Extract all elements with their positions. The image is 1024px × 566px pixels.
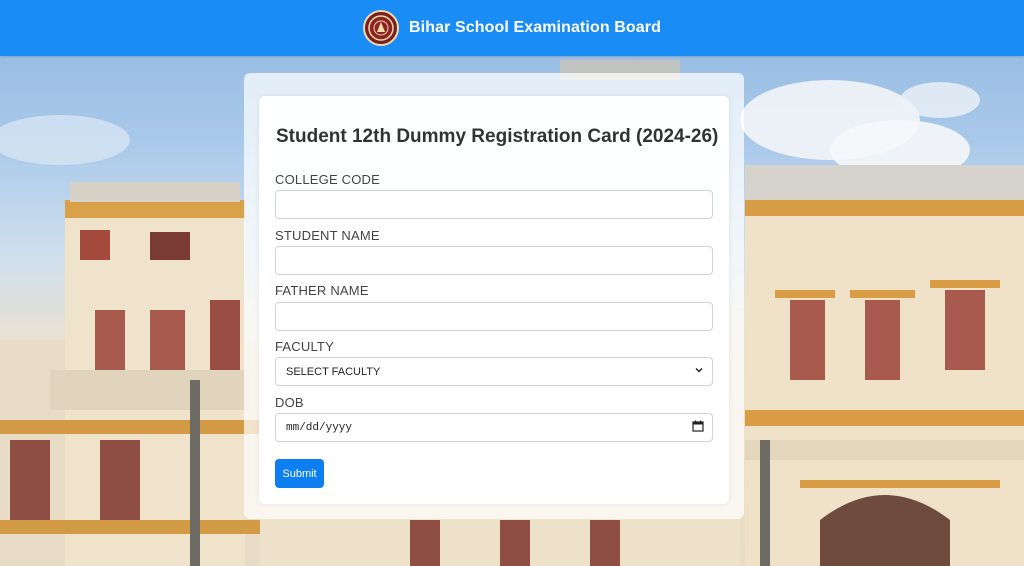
student-name-input[interactable] xyxy=(275,246,713,275)
dob-label: DOB xyxy=(275,395,304,410)
father-name-input[interactable] xyxy=(275,302,713,331)
father-name-label: FATHER NAME xyxy=(275,283,369,298)
submit-button[interactable]: Submit xyxy=(275,459,324,488)
college-code-input[interactable] xyxy=(275,190,713,219)
student-name-label: STUDENT NAME xyxy=(275,228,380,243)
dob-date-input[interactable]: mm/dd/yyyy xyxy=(275,413,713,442)
bseb-emblem-icon xyxy=(363,10,400,46)
faculty-label: FACULTY xyxy=(275,339,334,354)
college-code-label: COLLEGE CODE xyxy=(275,172,380,187)
faculty-select[interactable]: SELECT FACULTY xyxy=(275,357,713,386)
faculty-selected-value: SELECT FACULTY xyxy=(286,365,381,378)
page: Bihar School Examination Board Student 1… xyxy=(0,0,1024,566)
chevron-down-icon xyxy=(694,365,704,378)
registration-form: Student 12th Dummy Registration Card (20… xyxy=(259,96,729,504)
header-title: Bihar School Examination Board xyxy=(409,19,661,36)
dob-placeholder: mm/dd/yyyy xyxy=(286,421,353,434)
form-title: Student 12th Dummy Registration Card (20… xyxy=(276,126,719,147)
calendar-icon[interactable] xyxy=(692,420,704,436)
brand: Bihar School Examination Board xyxy=(363,10,661,46)
header-bar: Bihar School Examination Board xyxy=(0,0,1024,56)
